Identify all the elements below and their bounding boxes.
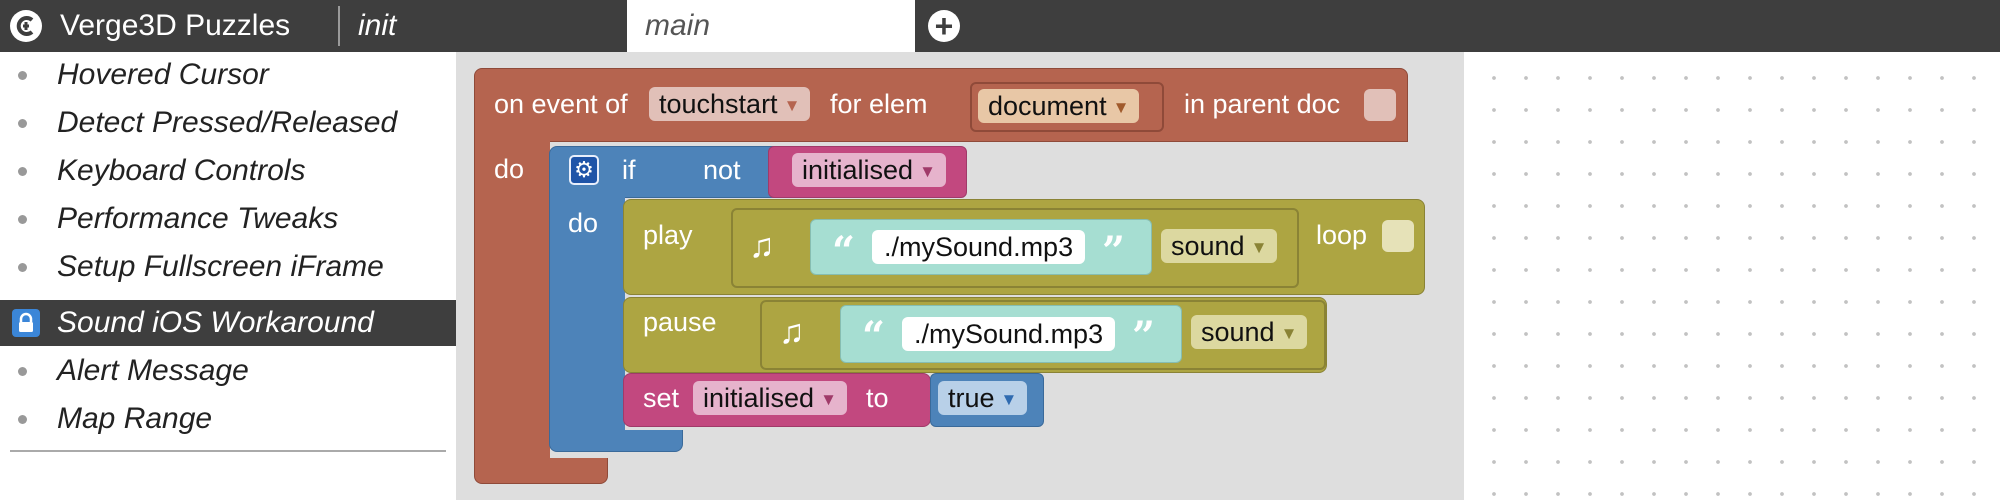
dropdown-arrow-icon: ▼ [1000, 389, 1018, 409]
puzzle-library-sidebar: Hovered Cursor Detect Pressed/Released K… [0, 52, 456, 500]
play-file-input[interactable]: ./mySound.mp3 [872, 230, 1086, 264]
play-type-dropdown[interactable]: sound ▼ [1161, 229, 1278, 263]
close-quote-icon: ” [1102, 228, 1126, 275]
lock-icon [12, 309, 40, 337]
if-do-label: do [568, 208, 599, 238]
if-label: if [622, 155, 636, 185]
bullet-icon [18, 263, 27, 272]
sidebar-item-label: Map Range [57, 402, 213, 435]
music-note-icon: ♫ [779, 313, 805, 351]
loop-label: loop [1316, 220, 1368, 250]
sidebar-item-label: Sound iOS Workaround [57, 306, 374, 339]
event-do-label: do [494, 154, 525, 184]
bullet-icon [18, 167, 27, 176]
boolean-dropdown[interactable]: true ▼ [938, 381, 1028, 415]
workspace-grid[interactable] [1464, 52, 2000, 500]
bullet-icon [18, 119, 27, 128]
sidebar-item-detect-pressed-released[interactable]: Detect Pressed/Released [0, 100, 456, 146]
on-event-block-body[interactable] [474, 141, 550, 471]
sidebar-item-alert-message[interactable]: Alert Message [0, 348, 456, 394]
dropdown-arrow-icon: ▼ [1112, 97, 1130, 117]
bullet-icon [18, 367, 27, 376]
add-tab-icon[interactable]: + [928, 10, 960, 42]
event-type-value: touchstart [659, 89, 778, 119]
element-value: document [988, 91, 1107, 121]
tab-separator [338, 6, 340, 46]
not-label: not [703, 155, 741, 185]
sidebar-item-label: Alert Message [57, 354, 249, 387]
on-event-of-label: on event of [494, 89, 628, 119]
dropdown-arrow-icon: ▼ [1250, 237, 1268, 257]
sidebar-item-label: Performance Tweaks [57, 202, 339, 235]
set-variable-value: initialised [703, 383, 815, 413]
sidebar-item-map-range[interactable]: Map Range [0, 396, 456, 442]
dropdown-arrow-icon: ▼ [1280, 323, 1298, 343]
dropdown-arrow-icon: ▼ [820, 389, 837, 409]
element-dropdown[interactable]: document ▼ [978, 89, 1140, 123]
bullet-icon [18, 71, 27, 80]
play-label: play [643, 220, 693, 250]
sidebar-item-label: Detect Pressed/Released [57, 106, 398, 139]
if-variable-dropdown[interactable]: initialised ▼ [792, 153, 946, 187]
tab-init[interactable]: init [358, 0, 396, 52]
if-variable-value: initialised [802, 155, 914, 185]
to-label: to [866, 383, 889, 413]
play-type-value: sound [1171, 231, 1245, 261]
close-quote-icon: ” [1132, 313, 1156, 360]
pause-file-input[interactable]: ./mySound.mp3 [902, 317, 1116, 351]
sidebar-item-label: Keyboard Controls [57, 154, 306, 187]
loop-checkbox[interactable] [1382, 220, 1414, 252]
gear-icon[interactable]: ⚙ [569, 155, 599, 185]
set-variable-dropdown[interactable]: initialised ▼ [693, 381, 847, 415]
pause-type-value: sound [1201, 317, 1275, 347]
pause-label: pause [643, 307, 717, 337]
in-parent-doc-checkbox[interactable] [1364, 89, 1396, 121]
dropdown-arrow-icon: ▼ [919, 161, 936, 181]
boolean-value: true [948, 383, 995, 413]
bullet-icon [18, 415, 27, 424]
in-parent-doc-label: in parent doc [1184, 89, 1341, 119]
set-label: set [643, 383, 680, 413]
top-bar: Verge3D Puzzles init main + [0, 0, 2000, 52]
if-block-footer[interactable] [549, 430, 683, 452]
music-note-icon: ♫ [749, 227, 775, 265]
on-event-block-footer[interactable] [474, 458, 608, 484]
open-quote-icon: “ [832, 228, 856, 275]
open-quote-icon: “ [862, 313, 886, 360]
for-elem-label: for elem [830, 89, 928, 119]
sidebar-item-performance-tweaks[interactable]: Performance Tweaks [0, 196, 456, 242]
sidebar-item-keyboard-controls[interactable]: Keyboard Controls [0, 148, 456, 194]
sidebar-item-label: Setup Fullscreen iFrame [57, 250, 384, 283]
bullet-icon [18, 215, 27, 224]
sidebar-item-label: Hovered Cursor [57, 58, 269, 91]
pause-type-dropdown[interactable]: sound ▼ [1191, 315, 1308, 349]
tab-main[interactable]: main [627, 0, 915, 52]
app-title: Verge3D Puzzles [60, 9, 291, 42]
sidebar-divider [10, 450, 446, 452]
sidebar-item-hovered-cursor[interactable]: Hovered Cursor [0, 52, 456, 98]
dropdown-arrow-icon: ▼ [783, 95, 801, 115]
sidebar-item-sound-ios-workaround[interactable]: Sound iOS Workaround [0, 300, 456, 346]
verge3d-logo-icon[interactable] [10, 10, 42, 42]
sidebar-item-setup-fullscreen-iframe[interactable]: Setup Fullscreen iFrame [0, 244, 456, 290]
event-type-dropdown[interactable]: touchstart ▼ [649, 87, 811, 121]
